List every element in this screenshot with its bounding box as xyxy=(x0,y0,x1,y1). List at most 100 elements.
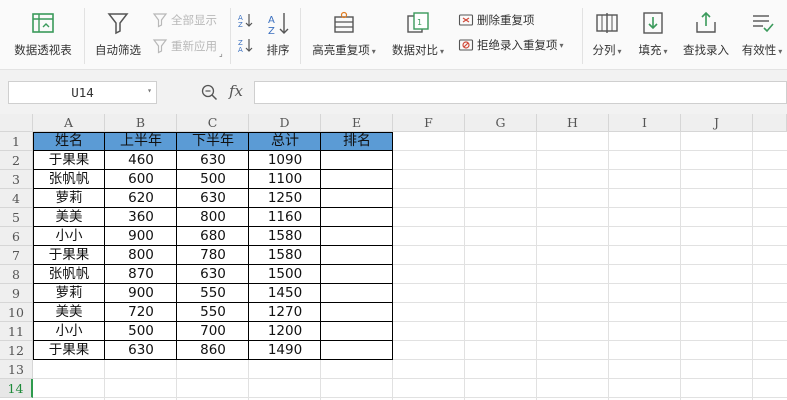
row-header-3[interactable]: 3 xyxy=(0,170,33,189)
table-cell[interactable]: 630 xyxy=(177,189,249,208)
table-cell[interactable]: 1250 xyxy=(249,189,321,208)
table-cell[interactable]: 1580 xyxy=(249,246,321,265)
table-cell[interactable] xyxy=(321,284,393,303)
table-cell[interactable]: 360 xyxy=(105,208,177,227)
table-cell[interactable]: 900 xyxy=(105,284,177,303)
table-cell[interactable]: 550 xyxy=(177,303,249,322)
table-cell[interactable]: 860 xyxy=(177,341,249,360)
table-cell[interactable]: 张帆帆 xyxy=(33,170,105,189)
table-cell[interactable]: 1450 xyxy=(249,284,321,303)
column-header-a[interactable]: A xyxy=(33,114,105,132)
column-header-j[interactable]: J xyxy=(681,114,753,132)
row-header-9[interactable]: 9 xyxy=(0,284,33,303)
table-cell[interactable] xyxy=(321,341,393,360)
row-header-11[interactable]: 11 xyxy=(0,322,33,341)
header-cell[interactable]: 下半年 xyxy=(177,132,249,151)
row-header-8[interactable]: 8 xyxy=(0,265,33,284)
data-compare-button[interactable]: 1 数据对比 ▾ xyxy=(388,0,448,58)
table-cell[interactable]: 720 xyxy=(105,303,177,322)
header-cell[interactable]: 姓名 xyxy=(33,132,105,151)
split-columns-button[interactable]: 分列 ▾ xyxy=(588,0,626,58)
table-cell[interactable]: 1490 xyxy=(249,341,321,360)
table-cell[interactable] xyxy=(321,227,393,246)
row-header-13[interactable]: 13 xyxy=(0,360,33,379)
table-cell[interactable] xyxy=(321,322,393,341)
table-cell[interactable]: 1200 xyxy=(249,322,321,341)
select-all-corner[interactable] xyxy=(0,114,33,132)
autofilter-button[interactable]: 自动筛选 xyxy=(90,0,146,58)
highlight-duplicates-button[interactable]: 高亮重复项 ▾ xyxy=(308,0,380,58)
table-cell[interactable] xyxy=(321,265,393,284)
table-cell[interactable]: 1580 xyxy=(249,227,321,246)
table-cell[interactable]: 460 xyxy=(105,151,177,170)
table-cell[interactable]: 550 xyxy=(177,284,249,303)
table-cell[interactable] xyxy=(321,208,393,227)
column-header-g[interactable]: G xyxy=(465,114,537,132)
table-cell[interactable]: 630 xyxy=(105,341,177,360)
formula-input[interactable] xyxy=(254,81,787,104)
sort-ascending-button[interactable]: A Z xyxy=(238,11,257,29)
name-box[interactable]: U14 ▾ xyxy=(8,81,157,104)
table-cell[interactable]: 萝莉 xyxy=(33,284,105,303)
table-cell[interactable]: 500 xyxy=(177,170,249,189)
table-cell[interactable]: 800 xyxy=(105,246,177,265)
column-header-h[interactable]: H xyxy=(537,114,609,132)
table-cell[interactable]: 1270 xyxy=(249,303,321,322)
table-cell[interactable]: 870 xyxy=(105,265,177,284)
reapply-button[interactable]: 重新应用 ⌟ xyxy=(152,37,223,58)
row-header-14[interactable]: 14 xyxy=(0,379,33,398)
row-header-6[interactable]: 6 xyxy=(0,227,33,246)
find-enter-button[interactable]: 查找录入 xyxy=(680,0,732,58)
chevron-down-icon[interactable]: ▾ xyxy=(147,86,152,95)
pivot-table-button[interactable]: 数据透视表 xyxy=(10,0,76,58)
column-header-c[interactable]: C xyxy=(177,114,249,132)
table-cell[interactable]: 800 xyxy=(177,208,249,227)
show-all-button[interactable]: 全部显示 xyxy=(152,11,217,29)
header-cell[interactable]: 排名 xyxy=(321,132,393,151)
table-cell[interactable]: 萝莉 xyxy=(33,189,105,208)
table-cell[interactable]: 张帆帆 xyxy=(33,265,105,284)
table-cell[interactable]: 1090 xyxy=(249,151,321,170)
column-header-e[interactable]: E xyxy=(321,114,393,132)
header-cell[interactable]: 总计 xyxy=(249,132,321,151)
zoom-icon[interactable] xyxy=(201,84,218,101)
row-header-1[interactable]: 1 xyxy=(0,132,33,151)
table-cell[interactable]: 600 xyxy=(105,170,177,189)
table-cell[interactable] xyxy=(321,151,393,170)
table-cell[interactable]: 小小 xyxy=(33,227,105,246)
validity-button[interactable]: 有效性 ▾ xyxy=(738,0,786,58)
column-header-i[interactable]: I xyxy=(609,114,681,132)
table-cell[interactable]: 小小 xyxy=(33,322,105,341)
row-header-5[interactable]: 5 xyxy=(0,208,33,227)
reject-duplicates-button[interactable]: 拒绝录入重复项 ▾ xyxy=(458,36,564,54)
table-cell[interactable]: 500 xyxy=(105,322,177,341)
remove-duplicates-button[interactable]: 删除重复项 xyxy=(458,11,535,29)
table-cell[interactable]: 680 xyxy=(177,227,249,246)
sort-button[interactable]: A Z 排序 xyxy=(262,0,294,58)
row-header-7[interactable]: 7 xyxy=(0,246,33,265)
table-cell[interactable]: 于果果 xyxy=(33,151,105,170)
table-cell[interactable]: 900 xyxy=(105,227,177,246)
table-cell[interactable]: 1160 xyxy=(249,208,321,227)
table-cell[interactable]: 美美 xyxy=(33,208,105,227)
column-header-f[interactable]: F xyxy=(393,114,465,132)
table-cell[interactable]: 700 xyxy=(177,322,249,341)
header-cell[interactable]: 上半年 xyxy=(105,132,177,151)
column-header-b[interactable]: B xyxy=(105,114,177,132)
table-cell[interactable]: 630 xyxy=(177,151,249,170)
fx-icon[interactable]: fx xyxy=(229,82,243,100)
column-header-d[interactable]: D xyxy=(249,114,321,132)
table-cell[interactable]: 于果果 xyxy=(33,341,105,360)
table-cell[interactable]: 于果果 xyxy=(33,246,105,265)
table-cell[interactable]: 620 xyxy=(105,189,177,208)
row-header-4[interactable]: 4 xyxy=(0,189,33,208)
table-cell[interactable] xyxy=(321,170,393,189)
table-cell[interactable] xyxy=(321,246,393,265)
table-cell[interactable]: 美美 xyxy=(33,303,105,322)
column-header-partial[interactable] xyxy=(753,114,787,132)
table-cell[interactable]: 630 xyxy=(177,265,249,284)
sort-descending-button[interactable]: Z A xyxy=(238,36,257,54)
table-cell[interactable] xyxy=(321,303,393,322)
row-header-12[interactable]: 12 xyxy=(0,341,33,360)
row-header-10[interactable]: 10 xyxy=(0,303,33,322)
